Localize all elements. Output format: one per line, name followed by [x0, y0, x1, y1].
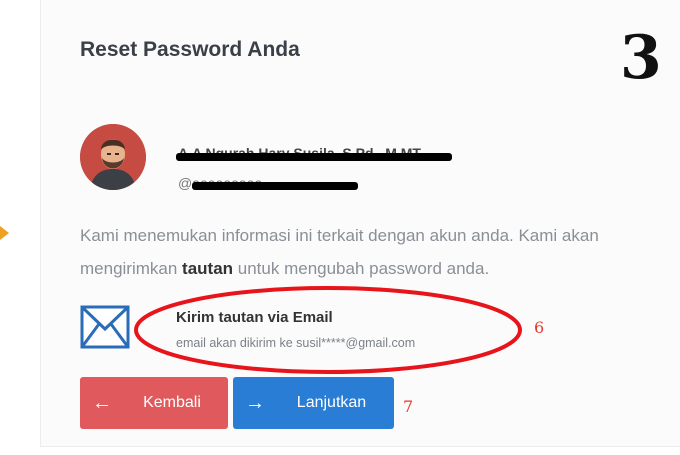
- user-avatar-icon: [80, 124, 146, 190]
- avatar: [80, 124, 146, 190]
- highlight-ellipse: [134, 286, 522, 374]
- description-part2: untuk mengubah password anda.: [233, 259, 490, 278]
- back-button-label: Kembali: [143, 394, 201, 411]
- annotation-7: 7: [403, 397, 414, 416]
- envelope-icon[interactable]: [80, 303, 130, 351]
- arrow-left-icon: ←: [92, 391, 112, 414]
- description-bold: tautan: [182, 259, 234, 278]
- step-number: 3: [620, 23, 662, 93]
- redaction-bar-handle: [192, 182, 358, 190]
- description-text: Kami menemukan informasi ini terkait den…: [80, 219, 640, 285]
- arrow-right-icon: →: [245, 391, 265, 414]
- annotation-6: 6: [534, 318, 545, 337]
- back-button[interactable]: ← Kembali: [80, 377, 228, 429]
- page-title: Reset Password Anda: [80, 38, 300, 61]
- redaction-bar-name: [176, 153, 452, 161]
- continue-button[interactable]: → Lanjutkan: [233, 377, 394, 429]
- orange-arrow-marker: [0, 226, 9, 240]
- continue-button-label: Lanjutkan: [296, 394, 367, 411]
